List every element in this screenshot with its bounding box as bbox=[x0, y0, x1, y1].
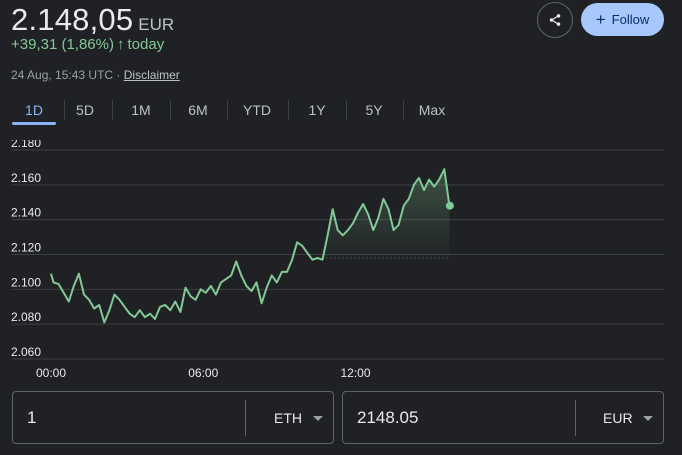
tab-1d[interactable]: 1D bbox=[12, 96, 56, 124]
y-tick-label: 2.160 bbox=[11, 171, 41, 185]
change-value: +39,31 (1,86%) bbox=[11, 36, 114, 53]
from-amount-input[interactable]: 1 bbox=[27, 408, 36, 428]
change-period: today bbox=[127, 36, 165, 53]
price-change: +39,31 (1,86%) ↑ today bbox=[11, 36, 164, 53]
price-currency: EUR bbox=[138, 15, 175, 34]
y-tick-label: 2.180 bbox=[11, 140, 41, 150]
tab-1y[interactable]: 1Y bbox=[297, 96, 337, 124]
tab-5d[interactable]: 5D bbox=[66, 96, 104, 124]
meta-separator: · bbox=[116, 68, 121, 82]
chevron-down-icon bbox=[643, 416, 653, 421]
tab-6m[interactable]: 6M bbox=[178, 96, 218, 124]
range-tabs: 1D 5D 1M 6M YTD 1Y 5Y Max bbox=[0, 96, 682, 126]
plus-icon: + bbox=[595, 10, 606, 29]
to-unit-select[interactable]: EUR bbox=[603, 410, 633, 426]
price-chart-svg: 2.180 2.160 2.140 2.120 2.100 2.080 2.060 00:00… bbox=[11, 140, 664, 380]
tab-5y[interactable]: 5Y bbox=[354, 96, 394, 124]
follow-label: Follow bbox=[611, 12, 650, 27]
current-price: 2.148,05 bbox=[11, 2, 134, 37]
price-header: 2.148,05 EUR bbox=[11, 2, 174, 38]
x-tick-label: 00:00 bbox=[36, 366, 66, 380]
y-tick-label: 2.140 bbox=[11, 206, 41, 220]
timestamp-row: 24 Aug, 15:43 UTC · Disclaimer bbox=[11, 68, 180, 82]
tab-separator bbox=[403, 100, 404, 120]
converter-from: 1 ETH bbox=[12, 391, 334, 444]
price-chart[interactable]: 2.180 2.160 2.140 2.120 2.100 2.080 2.060 00:00… bbox=[0, 140, 682, 380]
converter-to: 2148.05 EUR bbox=[342, 391, 664, 444]
active-tab-indicator bbox=[12, 122, 56, 125]
y-tick-label: 2.120 bbox=[11, 241, 41, 255]
tab-separator bbox=[288, 100, 289, 120]
y-tick-label: 2.080 bbox=[11, 310, 41, 324]
x-tick-label: 06:00 bbox=[188, 366, 218, 380]
tab-separator bbox=[112, 100, 113, 120]
disclaimer-link[interactable]: Disclaimer bbox=[124, 68, 180, 82]
converter-divider bbox=[245, 400, 246, 436]
tab-separator bbox=[64, 100, 65, 120]
timestamp: 24 Aug, 15:43 UTC bbox=[11, 68, 114, 82]
tab-1m[interactable]: 1M bbox=[121, 96, 161, 124]
tab-ytd[interactable]: YTD bbox=[235, 96, 279, 124]
y-tick-label: 2.060 bbox=[11, 345, 41, 359]
converter-divider bbox=[575, 400, 576, 436]
x-tick-label: 12:00 bbox=[340, 366, 370, 380]
arrow-up-icon: ↑ bbox=[117, 36, 125, 53]
to-amount-input[interactable]: 2148.05 bbox=[357, 408, 418, 428]
share-icon bbox=[549, 14, 561, 26]
tab-separator bbox=[227, 100, 228, 120]
tab-separator bbox=[170, 100, 171, 120]
current-price-marker bbox=[445, 201, 454, 210]
from-unit-select[interactable]: ETH bbox=[274, 410, 302, 426]
chevron-down-icon bbox=[313, 416, 323, 421]
follow-button[interactable]: + Follow bbox=[581, 3, 664, 36]
share-button[interactable] bbox=[537, 2, 573, 38]
tab-separator bbox=[346, 100, 347, 120]
tab-max[interactable]: Max bbox=[411, 96, 453, 124]
y-tick-label: 2.100 bbox=[11, 275, 41, 289]
